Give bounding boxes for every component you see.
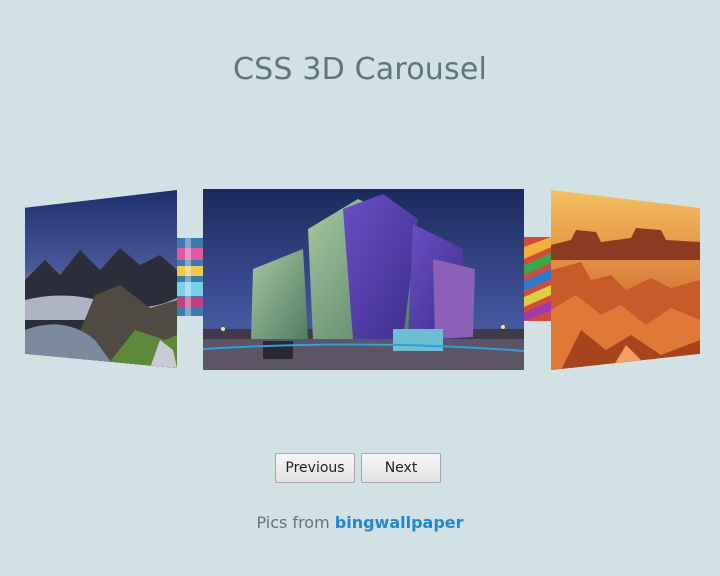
mountain-sunset-image <box>25 190 177 368</box>
page: CSS 3D Carousel Previous Next Pics from … <box>0 0 720 576</box>
carousel-slide-canyon[interactable] <box>551 190 700 370</box>
abstract-image <box>177 238 203 316</box>
carousel-slide-mountain[interactable] <box>25 190 177 368</box>
carousel-slide-building[interactable] <box>203 189 524 370</box>
credit-line: Pics from bingwallpaper <box>0 513 720 532</box>
page-title: CSS 3D Carousel <box>232 52 488 87</box>
bingwallpaper-link[interactable]: bingwallpaper <box>335 513 464 532</box>
carousel <box>0 180 720 380</box>
next-button[interactable]: Next <box>361 453 441 483</box>
carousel-slide-stripes[interactable] <box>524 237 551 321</box>
credit-prefix: Pics from <box>256 513 335 532</box>
carousel-slide-abstract[interactable] <box>177 238 203 316</box>
building-image <box>203 189 524 370</box>
carousel-controls: Previous Next <box>275 453 441 483</box>
stripes-image <box>524 237 551 321</box>
canyon-image <box>551 190 700 370</box>
previous-button[interactable]: Previous <box>275 453 355 483</box>
